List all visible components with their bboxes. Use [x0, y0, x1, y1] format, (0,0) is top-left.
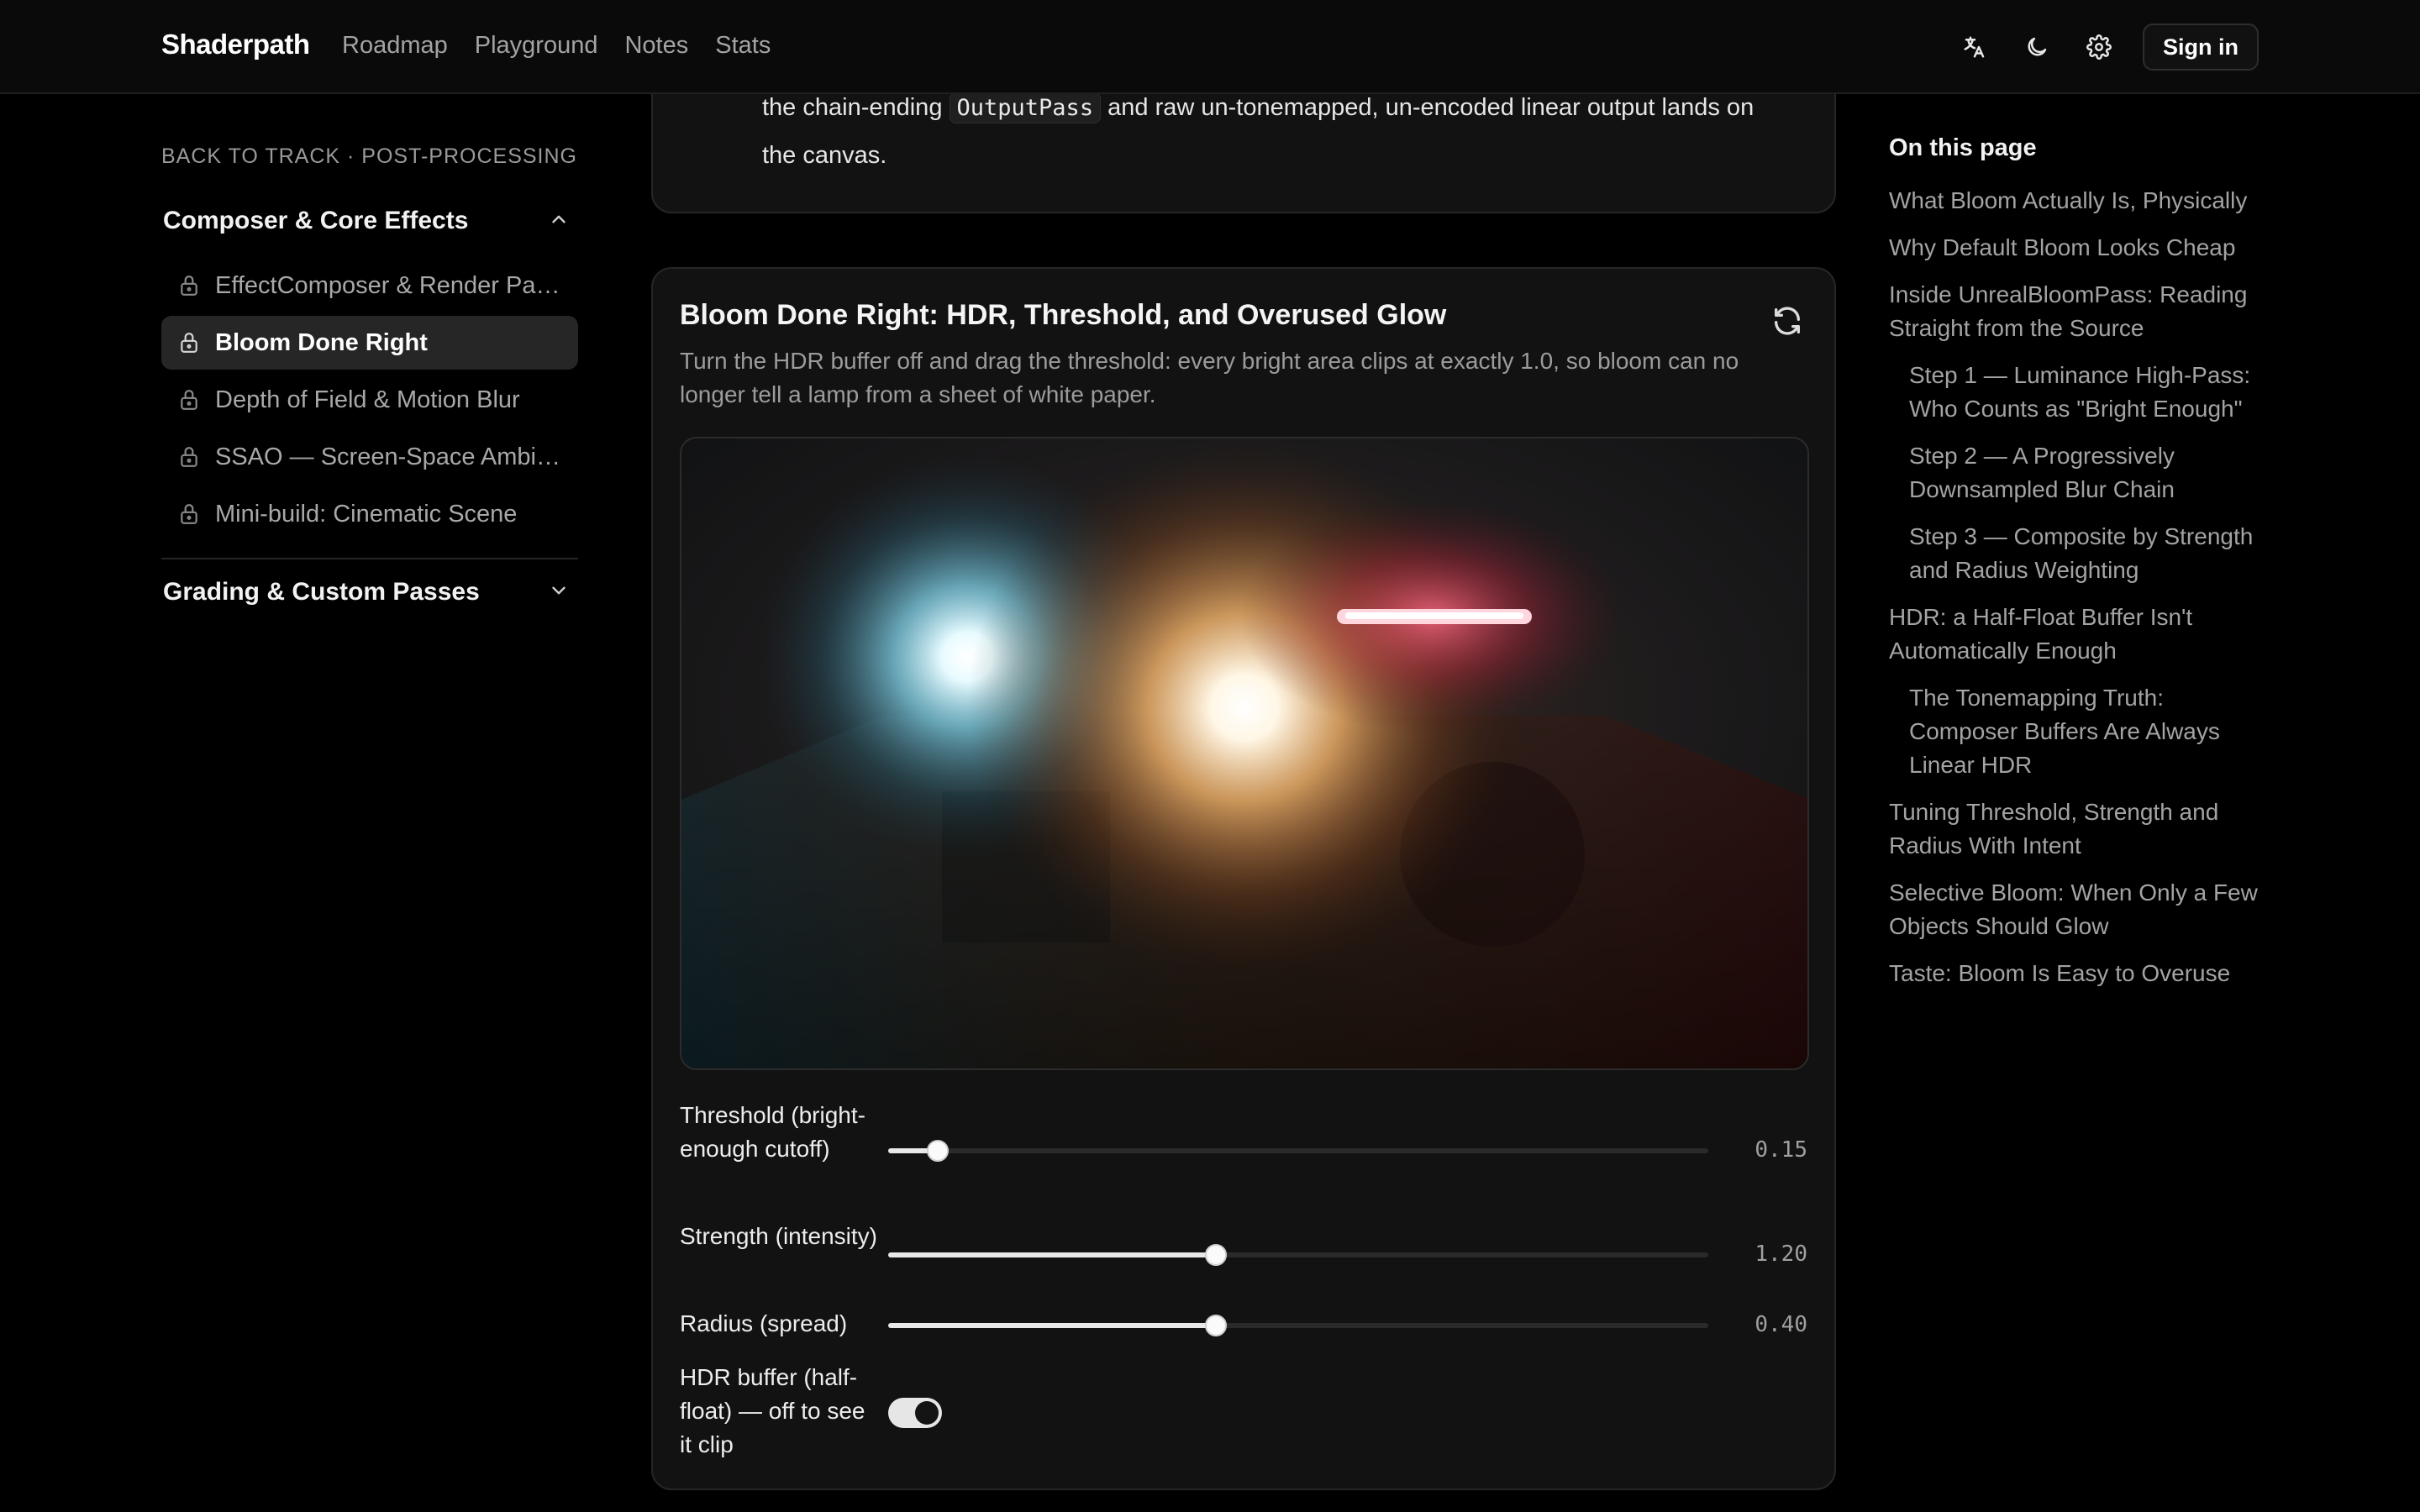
toc-link[interactable]: Inside UnrealBloomPass: Reading Straight… — [1889, 278, 2259, 345]
radius-slider[interactable] — [888, 1315, 1708, 1336]
toc-link[interactable]: Selective Bloom: When Only a Few Objects… — [1889, 876, 2259, 943]
slider-fill — [888, 1252, 1217, 1257]
group-title-grading[interactable]: Grading & Custom Passes — [163, 578, 480, 606]
slider-thumb[interactable] — [926, 1140, 949, 1162]
threshold-label: Threshold (bright-enough cutoff) — [680, 1102, 865, 1162]
toc-link[interactable]: Step 3 — Composite by Strength and Radiu… — [1889, 520, 2259, 587]
sidebar-item-label: Mini-build: Cinematic Scene — [215, 500, 518, 528]
nav-link-roadmap[interactable]: Roadmap — [342, 32, 448, 60]
strength-label: Strength (intensity) — [680, 1223, 877, 1249]
nav-link-notes[interactable]: Notes — [624, 32, 688, 60]
nav-actions: Sign in — [1956, 24, 2259, 71]
toc-link[interactable]: The Tonemapping Truth: Composer Buffers … — [1889, 681, 2259, 782]
sidebar-item-bloom-done-right[interactable]: Bloom Done Right — [161, 316, 578, 370]
nav-links: Roadmap Playground Notes Stats — [342, 32, 771, 60]
threshold-value: 0.15 — [1754, 1137, 1807, 1163]
back-to-track-link[interactable]: BACK TO TRACK · POST-PROCESSING — [161, 144, 577, 169]
bloom-demo-card: Bloom Done Right: HDR, Threshold, and Ov… — [651, 267, 1836, 1490]
radius-label: Radius (spread) — [680, 1310, 848, 1336]
lock-icon — [181, 333, 197, 353]
threshold-slider[interactable] — [888, 1140, 1708, 1162]
slider-fill — [888, 1323, 1217, 1328]
lock-icon — [181, 504, 197, 524]
demo-title: Bloom Done Right: HDR, Threshold, and Ov… — [680, 299, 1447, 331]
toc-link[interactable]: Step 2 — A Progressively Downsampled Blu… — [1889, 439, 2259, 507]
gear-icon[interactable] — [2081, 24, 2118, 71]
table-of-contents: On this page What Bloom Actually Is, Phy… — [1889, 134, 2259, 1004]
sidebar-item-label: Bloom Done Right — [215, 328, 428, 356]
hdr-label: HDR buffer (half-float) — off to see it … — [680, 1364, 865, 1457]
sidebar-item-effectcomposer[interactable]: EffectComposer & Render Pass... — [161, 259, 578, 312]
chevron-up-icon[interactable] — [548, 208, 570, 230]
sidebar-item-label: SSAO — Screen-Space Ambien... — [215, 443, 568, 470]
toc-link[interactable]: Tuning Threshold, Strength and Radius Wi… — [1889, 795, 2259, 863]
lock-icon — [181, 447, 197, 467]
group-title-composer[interactable]: Composer & Core Effects — [163, 207, 468, 235]
demo-description: Turn the HDR buffer off and drag the thr… — [680, 348, 1739, 407]
toggle-knob — [915, 1401, 939, 1425]
hdr-toggle[interactable] — [888, 1398, 942, 1428]
toc-link[interactable]: Taste: Bloom Is Easy to Overuse — [1889, 957, 2259, 990]
sidebar-divider — [161, 558, 578, 559]
toc-link[interactable]: What Bloom Actually Is, Physically — [1889, 184, 2259, 218]
sidebar-item-label: Depth of Field & Motion Blur — [215, 386, 520, 413]
sidebar-item-ssao[interactable]: SSAO — Screen-Space Ambien... — [161, 430, 578, 484]
slider-thumb[interactable] — [1205, 1244, 1228, 1266]
toc-link[interactable]: Step 1 — Luminance High-Pass: Who Counts… — [1889, 359, 2259, 426]
top-nav: Shaderpath Roadmap Playground Notes Stat… — [0, 0, 2420, 94]
strength-slider[interactable] — [888, 1244, 1708, 1266]
strength-value: 1.20 — [1754, 1242, 1807, 1267]
toc-link[interactable]: HDR: a Half-Float Buffer Isn't Automatic… — [1889, 601, 2259, 668]
sidebar-item-mini-build[interactable]: Mini-build: Cinematic Scene — [161, 487, 578, 541]
bloom-render-canvas[interactable] — [680, 437, 1809, 1070]
sidebar-item-depth-of-field[interactable]: Depth of Field & Motion Blur — [161, 373, 578, 427]
sign-in-button[interactable]: Sign in — [2143, 24, 2259, 71]
code-output-pass: OutputPass — [949, 92, 1102, 123]
sidebar-item-label: EffectComposer & Render Pass... — [215, 271, 568, 299]
reset-icon[interactable] — [1770, 304, 1804, 338]
brand-logo[interactable]: Shaderpath — [161, 29, 310, 60]
radius-value: 0.40 — [1754, 1312, 1807, 1337]
lock-icon — [181, 276, 197, 296]
previous-paragraph: the chain-ending OutputPass and raw un-t… — [762, 84, 1787, 179]
toc-link[interactable]: Why Default Bloom Looks Cheap — [1889, 231, 2259, 265]
nav-link-playground[interactable]: Playground — [475, 32, 598, 60]
scene-render — [681, 438, 1807, 1068]
paragraph-text: the chain-ending — [762, 94, 943, 121]
toc-title: On this page — [1889, 134, 2037, 161]
chevron-down-icon[interactable] — [548, 580, 570, 601]
nav-link-stats[interactable]: Stats — [715, 32, 771, 60]
lock-icon — [181, 390, 197, 410]
slider-thumb[interactable] — [1205, 1315, 1228, 1336]
translate-icon[interactable] — [1956, 24, 1993, 71]
moon-icon[interactable] — [2018, 24, 2055, 71]
